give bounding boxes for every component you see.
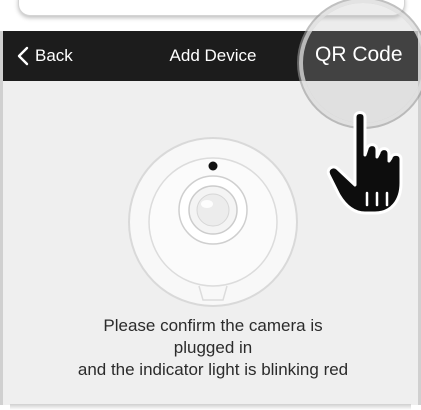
instruction-line-1: Please confirm the camera is: [103, 316, 323, 335]
page-title: Add Device: [169, 46, 257, 65]
qr-code-button[interactable]: QR Code: [315, 43, 403, 67]
pointing-hand-icon: [326, 111, 403, 215]
instruction-line-3: and the indicator light is blinking red: [77, 360, 349, 379]
phone-screen: Back Add Device QR Code Please confirm t…: [0, 3, 421, 405]
screen-bottom-edge: [10, 404, 411, 410]
camera-illustration: [128, 137, 298, 307]
screenshot-stage: Back Add Device QR Code Please confirm t…: [0, 0, 421, 410]
back-button[interactable]: Back: [17, 31, 73, 81]
chevron-left-icon: [17, 46, 29, 66]
back-label: Back: [35, 46, 73, 65]
instruction-line-2: plugged in: [173, 338, 253, 357]
instruction-text: Please confirm the camera is plugged in …: [23, 315, 403, 381]
